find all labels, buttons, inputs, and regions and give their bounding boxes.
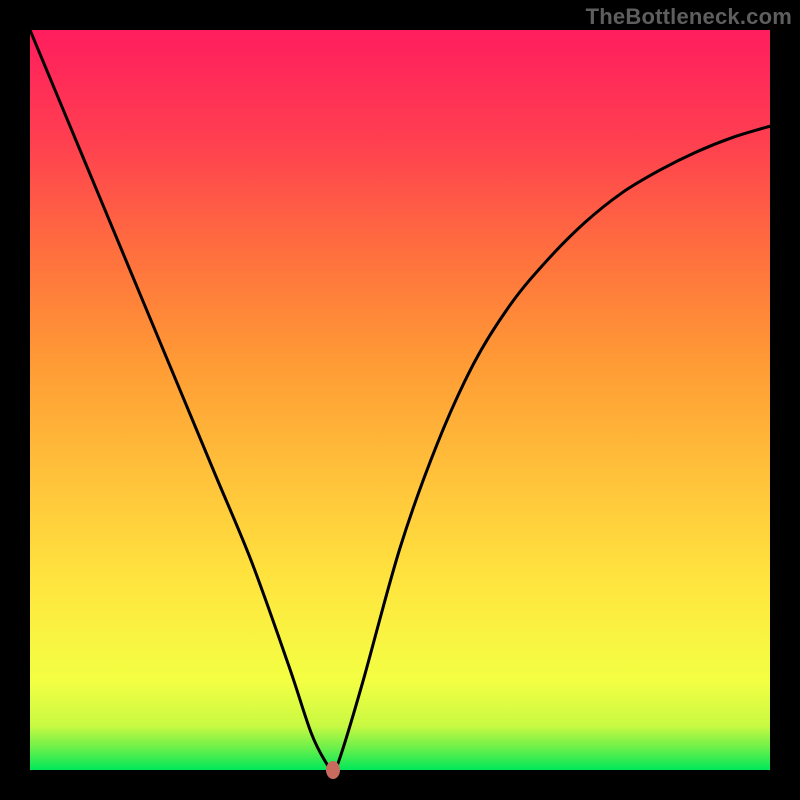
chart-frame: TheBottleneck.com [0, 0, 800, 800]
plot-area [30, 30, 770, 770]
watermark-text: TheBottleneck.com [586, 4, 792, 30]
bottleneck-curve [30, 30, 770, 770]
minimum-marker [326, 761, 340, 779]
